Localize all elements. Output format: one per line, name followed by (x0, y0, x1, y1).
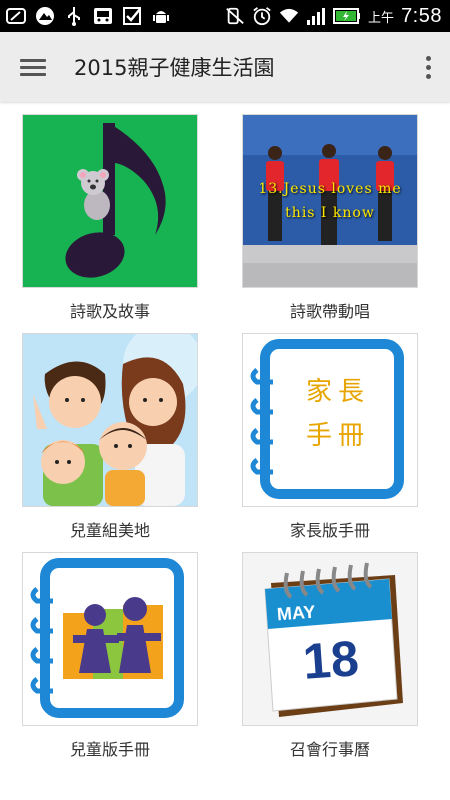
calendar-day: 18 (301, 630, 361, 690)
family-illustration-image (22, 333, 198, 507)
alarm-icon (252, 6, 272, 26)
overflow-menu-button[interactable] (420, 52, 436, 82)
checkbox-icon (122, 6, 142, 26)
wifi-icon (279, 6, 299, 26)
calendar-image: MAY 18 (242, 552, 418, 726)
tile-songs-stories[interactable]: 詩歌及故事 (22, 114, 198, 322)
calendar-month: MAY (276, 601, 316, 625)
app-title: 2015親子健康生活園 (74, 56, 275, 80)
tile-label: 兒童版手冊 (69, 740, 150, 759)
hamburger-menu-button[interactable] (20, 52, 50, 82)
battery-icon (333, 6, 361, 26)
video-overlay-line1: 13.Jesus loves me (258, 181, 402, 197)
action-songs-video-image: 13.Jesus loves me this I know (242, 114, 418, 288)
video-overlay-line2: this I know (285, 205, 375, 221)
mute-icon (225, 6, 245, 26)
action-bar: 2015親子健康生活園 (0, 32, 450, 102)
mountain-icon (35, 6, 55, 26)
status-ampm: 上午 (368, 10, 395, 26)
music-note-koala-image (22, 114, 198, 288)
usb-icon (64, 6, 84, 26)
tile-kids-land[interactable]: 兒童組美地 (22, 333, 198, 541)
media-icon (93, 6, 113, 26)
status-bar: 上午 7:58 (0, 0, 450, 32)
tile-label: 兒童組美地 (69, 521, 150, 540)
status-time: 7:58 (401, 4, 442, 27)
kids-notebook-image (22, 552, 198, 726)
tile-action-songs[interactable]: 13.Jesus loves me this I know 詩歌帶動唱 (242, 114, 418, 322)
android-icon (151, 6, 171, 26)
tile-label: 詩歌及故事 (69, 302, 150, 321)
tile-kids-handbook[interactable]: 兒童版手冊 (22, 552, 198, 760)
tile-label: 召會行事曆 (289, 740, 370, 759)
notebook-text-line1: 家長 (305, 377, 370, 407)
feather-icon (6, 6, 26, 26)
signal-icon (306, 6, 326, 26)
tile-label: 詩歌帶動唱 (289, 302, 370, 321)
notebook-image: 家長 手冊 (242, 333, 418, 507)
tile-church-calendar[interactable]: MAY 18 召會行事曆 (242, 552, 418, 760)
notebook-text-line2: 手冊 (305, 421, 370, 451)
tile-parent-handbook[interactable]: 家長 手冊 家長版手冊 (242, 333, 418, 541)
tile-label: 家長版手冊 (289, 521, 370, 540)
